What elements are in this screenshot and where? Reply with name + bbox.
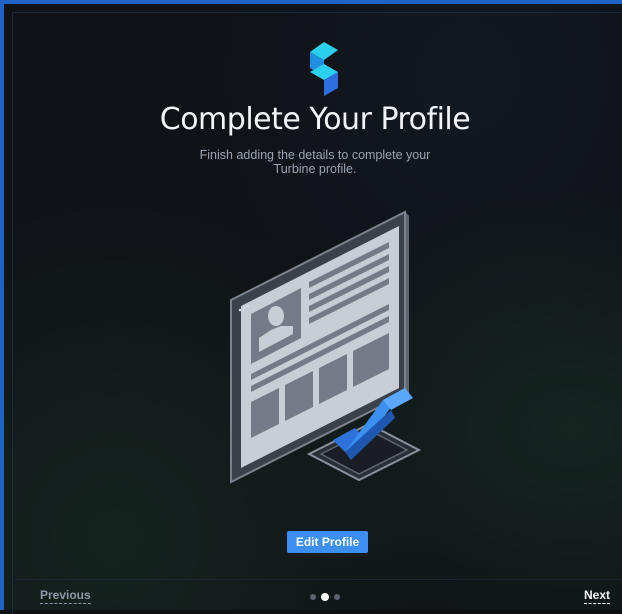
page-subtitle: Finish adding the details to complete yo…: [4, 148, 622, 176]
pagination-dot-3[interactable]: [334, 594, 340, 600]
pagination-dot-2[interactable]: [321, 593, 329, 601]
subtitle-line-2: Turbine profile.: [273, 162, 357, 176]
page-title: Complete Your Profile: [159, 102, 471, 137]
subtitle-line-1: Finish adding the details to complete yo…: [199, 148, 431, 162]
edit-profile-button[interactable]: Edit Profile: [287, 531, 368, 553]
pagination-dots: [310, 593, 340, 601]
pagination-dot-1[interactable]: [310, 594, 316, 600]
profile-illustration: [230, 210, 422, 484]
onboarding-modal: Complete Your Profile Finish adding the …: [0, 0, 622, 614]
logo-icon: [310, 42, 338, 96]
next-link[interactable]: Next: [583, 588, 610, 604]
previous-link[interactable]: Previous: [40, 588, 91, 604]
footer-divider: [12, 579, 622, 580]
